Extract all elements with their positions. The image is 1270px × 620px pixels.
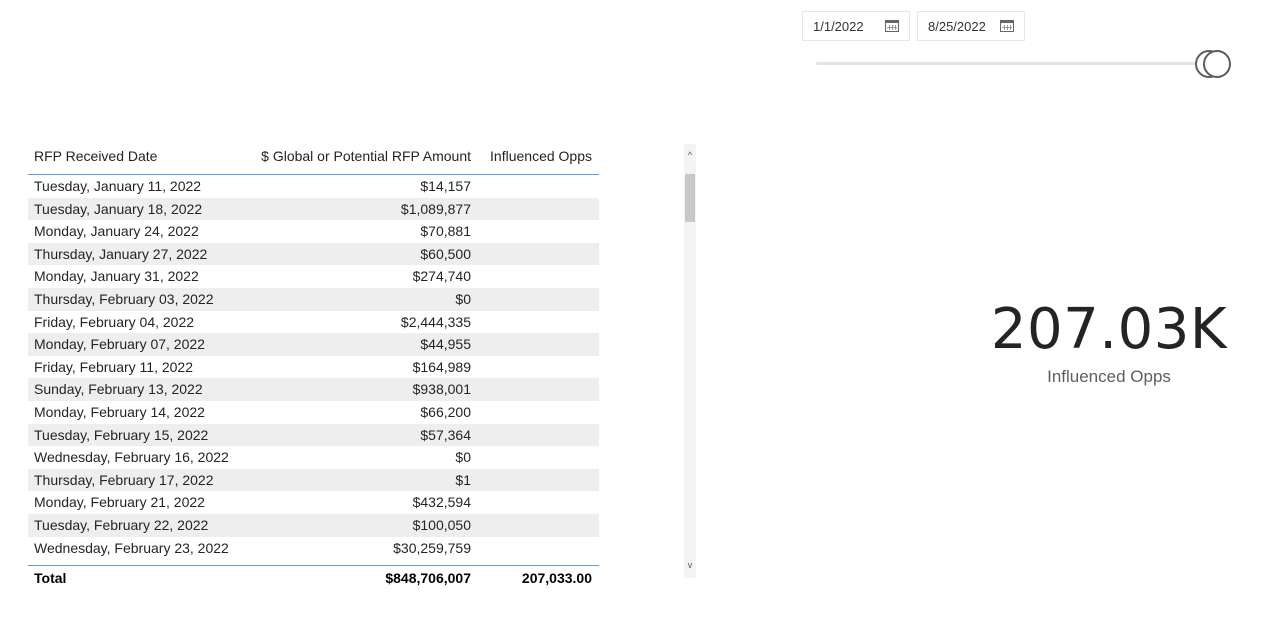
- kpi-label: Influenced Opps: [1047, 367, 1171, 386]
- cell-date: Friday, February 11, 2022: [34, 358, 194, 375]
- table-row[interactable]: Tuesday, February 22, 2022 $100,050: [28, 513, 599, 537]
- table-row[interactable]: Thursday, February 03, 2022 $0: [28, 287, 599, 311]
- table-row[interactable]: Wednesday, February 16, 2022 $0: [28, 446, 599, 469]
- column-header-influenced-opps[interactable]: Influenced Opps: [490, 148, 592, 164]
- cell-date: Monday, February 14, 2022: [34, 403, 205, 420]
- table-row[interactable]: Monday, February 14, 2022 $66,200: [28, 401, 599, 424]
- cell-date: Monday, January 24, 2022: [34, 223, 199, 240]
- table-row[interactable]: Monday, January 24, 2022 $70,881: [28, 220, 599, 243]
- cell-date: Monday, February 21, 2022: [34, 494, 205, 511]
- cell-amount: $66,200: [420, 403, 471, 420]
- table-row[interactable]: Thursday, January 27, 2022 $60,500: [28, 242, 599, 266]
- cell-amount: $0: [455, 290, 471, 307]
- table-row[interactable]: Tuesday, February 15, 2022 $57,364: [28, 423, 599, 447]
- table-row[interactable]: Friday, February 11, 2022 $164,989: [28, 356, 599, 379]
- cell-amount: $432,594: [412, 494, 471, 511]
- cell-date: Wednesday, February 16, 2022: [34, 449, 229, 466]
- cell-amount: $1,089,877: [400, 200, 471, 217]
- total-label: Total: [34, 570, 67, 586]
- cell-amount: $70,881: [420, 223, 471, 240]
- cell-amount: $14,157: [420, 178, 471, 194]
- chevron-down-icon[interactable]: v: [684, 558, 696, 572]
- table-body: Tuesday, January 11, 2022 $14,157 Tuesday,…: [28, 175, 599, 565]
- calendar-icon[interactable]: [885, 20, 899, 32]
- end-date-value: 8/25/2022: [928, 18, 986, 34]
- cell-amount: $44,955: [420, 336, 471, 353]
- date-range-slider-track[interactable]: [816, 62, 1214, 65]
- cell-amount: $2,444,335: [400, 313, 471, 330]
- cell-amount: $0: [455, 449, 471, 466]
- cell-date: Tuesday, January 18, 2022: [34, 200, 203, 217]
- table-row[interactable]: Tuesday, January 11, 2022 $14,157: [28, 175, 599, 198]
- cell-amount: $30,259,759: [393, 539, 471, 556]
- total-amount: $848,706,007: [385, 570, 471, 586]
- table-row[interactable]: Monday, January 31, 2022 $274,740: [28, 265, 599, 288]
- table-row[interactable]: Tuesday, January 18, 2022 $1,089,877: [28, 197, 599, 221]
- table-row[interactable]: Thursday, February 17, 2022 $1: [28, 468, 599, 492]
- end-date-input[interactable]: 8/25/2022: [917, 11, 1025, 41]
- cell-date: Thursday, January 27, 2022: [34, 245, 208, 262]
- cell-amount: $164,989: [412, 358, 471, 375]
- table-row[interactable]: Wednesday, February 23, 2022 $30,259,759: [28, 537, 599, 560]
- table-total-row: Total $848,706,007 207,033.00: [28, 565, 599, 590]
- cell-amount: $60,500: [420, 245, 471, 262]
- cell-amount: $100,050: [412, 516, 471, 533]
- table-row[interactable]: Friday, February 04, 2022 $2,444,335: [28, 311, 599, 334]
- cell-date: Tuesday, February 15, 2022: [34, 426, 209, 443]
- cell-date: Monday, February 07, 2022: [34, 336, 205, 353]
- kpi-value: 207.03K: [990, 297, 1228, 362]
- table-row[interactable]: Monday, February 07, 2022 $44,955: [28, 333, 599, 356]
- cell-date: Wednesday, February 23, 2022: [34, 539, 229, 556]
- cell-amount: $1: [455, 471, 471, 488]
- cell-date: Thursday, February 17, 2022: [34, 471, 214, 488]
- calendar-icon[interactable]: [1000, 20, 1014, 32]
- cell-amount: $938,001: [412, 381, 471, 398]
- cell-date: Thursday, February 03, 2022: [34, 290, 214, 307]
- table-row[interactable]: Sunday, February 13, 2022 $938,001: [28, 378, 599, 401]
- chevron-up-icon[interactable]: ^: [684, 148, 696, 162]
- table-scrollbar[interactable]: ^ v: [684, 144, 696, 578]
- cell-date: Tuesday, February 22, 2022: [34, 516, 209, 533]
- column-header-rfp-date[interactable]: RFP Received Date: [34, 148, 157, 164]
- cell-date: Monday, January 31, 2022: [34, 268, 199, 285]
- cell-date: Tuesday, January 11, 2022: [34, 178, 202, 194]
- cell-date: Sunday, February 13, 2022: [34, 381, 203, 398]
- table-row[interactable]: Monday, February 21, 2022 $432,594: [28, 491, 599, 514]
- cell-date: Friday, February 04, 2022: [34, 313, 195, 330]
- start-date-input[interactable]: 1/1/2022: [802, 11, 910, 41]
- slider-end-handle[interactable]: [1203, 50, 1231, 78]
- cell-amount: $274,740: [412, 268, 471, 285]
- total-opps: 207,033.00: [521, 570, 592, 586]
- rfp-table: RFP Received Date $ Global or Potential …: [28, 140, 599, 590]
- start-date-value: 1/1/2022: [813, 18, 864, 34]
- column-header-rfp-amount[interactable]: $ Global or Potential RFP Amount: [261, 148, 471, 164]
- cell-amount: $57,364: [420, 426, 471, 443]
- scroll-thumb[interactable]: [685, 174, 695, 222]
- table-header: RFP Received Date $ Global or Potential …: [28, 140, 599, 175]
